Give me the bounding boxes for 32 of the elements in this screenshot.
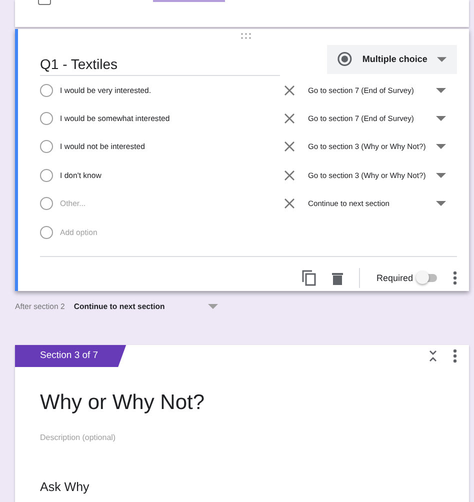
more-icon[interactable]: [453, 349, 457, 363]
question-title[interactable]: Ask Why: [40, 480, 469, 494]
radio-icon: [337, 51, 352, 67]
close-icon[interactable]: [284, 198, 295, 210]
radio-button[interactable]: [40, 112, 53, 126]
more-icon[interactable]: [453, 271, 457, 285]
caret-icon: [436, 172, 446, 178]
radio-button[interactable]: [40, 226, 53, 239]
close-icon[interactable]: [284, 113, 295, 124]
radio-button[interactable]: [40, 140, 53, 154]
copy-icon[interactable]: [302, 270, 316, 286]
radio-button[interactable]: [40, 84, 53, 97]
caret-icon: [437, 56, 447, 62]
close-icon[interactable]: [284, 170, 295, 181]
caret-icon: [436, 88, 446, 93]
section-badge: Section 3 of 7: [15, 345, 126, 367]
caret-icon: [436, 144, 446, 150]
section-title[interactable]: Why or Why Not?: [40, 391, 469, 415]
trash-icon[interactable]: [332, 272, 344, 284]
caret-icon: [436, 116, 446, 122]
required-label: Required: [376, 273, 413, 283]
radio-button[interactable]: [40, 197, 53, 210]
caret-icon: [208, 304, 218, 308]
collapse-icon[interactable]: [429, 350, 437, 362]
close-icon[interactable]: [284, 141, 295, 152]
close-icon[interactable]: [284, 84, 295, 96]
question-type-dropdown[interactable]: Multiple choice: [327, 44, 457, 74]
caret-icon: [436, 201, 446, 206]
tab-indicator: [153, 0, 225, 2]
required-toggle[interactable]: [419, 274, 437, 282]
drag-handle-icon[interactable]: [240, 33, 252, 39]
radio-button[interactable]: [40, 168, 53, 182]
